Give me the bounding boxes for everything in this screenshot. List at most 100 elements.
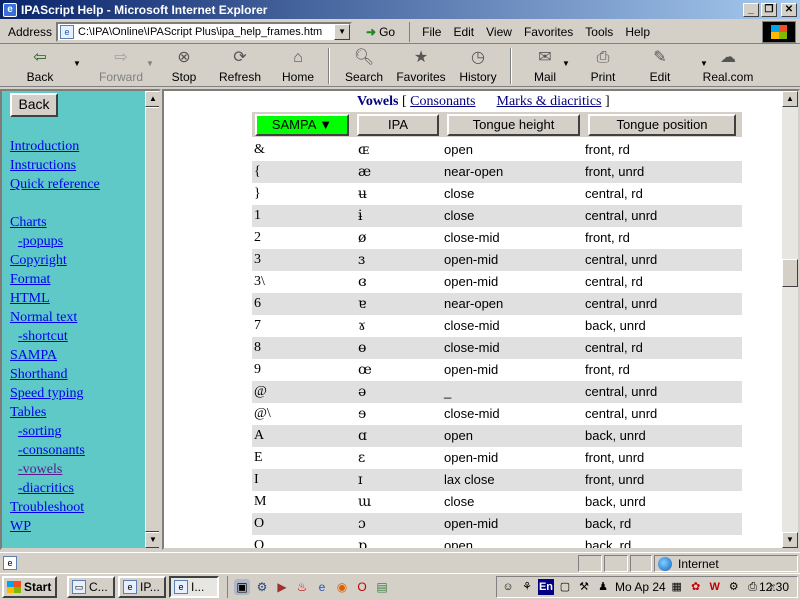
edit-button[interactable]: ✎ Edit bbox=[638, 45, 682, 85]
nav-link-html[interactable]: HTML bbox=[10, 289, 100, 308]
sort-tongue-height-button[interactable]: Tongue height bbox=[447, 114, 580, 136]
nav-link-introduction[interactable]: Introduction bbox=[10, 137, 100, 156]
menu-tools[interactable]: Tools bbox=[585, 25, 613, 39]
start-button[interactable]: Start bbox=[2, 576, 57, 598]
close-button[interactable]: ✕ bbox=[781, 2, 797, 17]
nav-link-normal-text[interactable]: Normal text bbox=[10, 308, 100, 327]
chart-app-icon[interactable]: ▤ bbox=[374, 579, 390, 595]
taskbar-item-ip[interactable]: e IP... bbox=[118, 576, 166, 598]
address-dropdown-arrow-icon[interactable]: ▼ bbox=[334, 23, 351, 40]
restore-button[interactable]: ❐ bbox=[761, 2, 777, 17]
app-icon[interactable]: ♨ bbox=[294, 579, 310, 595]
language-indicator[interactable]: En bbox=[538, 579, 554, 595]
scroll-up-icon[interactable]: ▲ bbox=[145, 91, 159, 107]
nav-link-sampa[interactable]: SAMPA bbox=[10, 346, 100, 365]
scroll-down-icon[interactable]: ▼ bbox=[782, 532, 798, 548]
refresh-button[interactable]: ⟳ Refresh bbox=[212, 45, 268, 85]
nav-link-instructions[interactable]: Instructions bbox=[10, 156, 100, 175]
nav-link-shorthand[interactable]: Shorthand bbox=[10, 365, 100, 384]
table-row: Aɑ open back, unrd bbox=[252, 425, 742, 447]
nav-link-vowels[interactable]: -vowels bbox=[10, 460, 100, 479]
nav-link-sorting[interactable]: -sorting bbox=[10, 422, 100, 441]
folder-icon: ▭ bbox=[72, 580, 86, 594]
realcom-label: Real.com bbox=[702, 70, 754, 84]
taskbar-item-i[interactable]: e I... bbox=[169, 576, 219, 598]
scroll-thumb[interactable] bbox=[145, 107, 159, 532]
back-history-dropdown-icon[interactable]: ▼ bbox=[73, 59, 81, 68]
opera-icon[interactable]: O bbox=[354, 579, 370, 595]
taskbar-item-c[interactable]: ▭ C... bbox=[67, 576, 115, 598]
content-scrollbar[interactable]: ▲ ▼ bbox=[782, 91, 798, 548]
table-row: Eɛ open-mid front, unrd bbox=[252, 447, 742, 469]
table-row: 3 ɜ open-mid central, unrd bbox=[252, 249, 742, 271]
section-link-consonants[interactable]: Consonants bbox=[410, 94, 475, 109]
navigation-scrollbar[interactable]: ▲ ▼ bbox=[145, 91, 159, 548]
forward-arrow-icon: ⇨ bbox=[114, 49, 128, 66]
tray-word-icon[interactable]: W bbox=[707, 579, 723, 595]
back-toolbar-button[interactable]: ⇦ Back bbox=[10, 45, 70, 85]
menu-favorites[interactable]: Favorites bbox=[524, 25, 573, 39]
home-button[interactable]: ⌂ Home bbox=[274, 45, 322, 85]
forward-toolbar-button[interactable]: ⇨ Forward bbox=[90, 45, 152, 85]
address-input[interactable]: e C:\IPA\Online\IPAScript Plus\ipa_help_… bbox=[56, 21, 353, 42]
tray-tools-icon[interactable]: ⚒ bbox=[576, 579, 592, 595]
mail-dropdown-icon[interactable]: ▼ bbox=[562, 59, 570, 68]
tongue-height-cell: open-mid bbox=[444, 252, 499, 267]
nav-link-troubleshoot[interactable]: Troubleshoot bbox=[10, 498, 100, 517]
tray-window-icon[interactable]: ▢ bbox=[557, 579, 573, 595]
nav-link-popups[interactable]: -popups bbox=[10, 232, 100, 251]
nav-link-shortcut[interactable]: -shortcut bbox=[10, 327, 100, 346]
tray-network-icon[interactable]: ⚘ bbox=[519, 579, 535, 595]
sort-sampa-button[interactable]: SAMPA ▼ bbox=[255, 114, 349, 136]
nav-link-wp[interactable]: WP bbox=[10, 517, 100, 536]
taskbar-item-label: I... bbox=[191, 580, 205, 594]
tongue-height-cell: _ bbox=[444, 384, 452, 399]
help-back-button[interactable]: Back bbox=[10, 93, 58, 117]
table-row: 7 ɤ close-mid back, unrd bbox=[252, 315, 742, 337]
nav-link-speed-typing[interactable]: Speed typing bbox=[10, 384, 100, 403]
nav-link-consonants[interactable]: -consonants bbox=[10, 441, 100, 460]
tray-user-icon[interactable]: ♟ bbox=[595, 579, 611, 595]
tray-smiley-icon[interactable]: ☺ bbox=[500, 579, 516, 595]
favorites-button[interactable]: ★ Favorites bbox=[392, 45, 450, 85]
menu-view[interactable]: View bbox=[486, 25, 512, 39]
minimize-button[interactable]: _ bbox=[743, 2, 759, 17]
tongue-height-cell: open-mid bbox=[444, 450, 499, 465]
tray-calendar-icon[interactable]: ▦ bbox=[669, 579, 685, 595]
network-icon[interactable]: ⚙ bbox=[254, 579, 270, 595]
section-nav: Vowels [ Consonants Marks & diacritics ] bbox=[357, 94, 610, 110]
ie-quick-icon[interactable]: e bbox=[314, 579, 330, 595]
scroll-down-icon[interactable]: ▼ bbox=[145, 532, 159, 548]
search-button[interactable]: 🔍︎ Search bbox=[336, 45, 392, 85]
forward-history-dropdown-icon[interactable]: ▼ bbox=[146, 59, 154, 68]
scroll-thumb[interactable] bbox=[782, 259, 798, 287]
realcom-button[interactable]: ☁ Real.com bbox=[700, 45, 756, 85]
tongue-height-cell: open bbox=[444, 428, 473, 443]
sort-tongue-position-button[interactable]: Tongue position bbox=[588, 114, 736, 136]
media-icon[interactable]: ▶ bbox=[274, 579, 290, 595]
nav-link-charts[interactable]: Charts bbox=[10, 213, 100, 232]
go-button[interactable]: ➜ Go bbox=[360, 22, 401, 42]
tongue-position-cell: central, rd bbox=[585, 274, 643, 289]
section-link-marks-diacritics[interactable]: Marks & diacritics bbox=[497, 94, 602, 109]
menu-edit[interactable]: Edit bbox=[453, 25, 474, 39]
menu-file[interactable]: File bbox=[422, 25, 441, 39]
nav-link-quick-reference[interactable]: Quick reference bbox=[10, 175, 100, 194]
address-bar: Address e C:\IPA\Online\IPAScript Plus\i… bbox=[0, 20, 800, 44]
tongue-position-cell: back, rd bbox=[585, 538, 632, 550]
history-button[interactable]: ◷ History bbox=[450, 45, 506, 85]
stop-button[interactable]: ⊗ Stop bbox=[162, 45, 206, 85]
nav-link-tables[interactable]: Tables bbox=[10, 403, 100, 422]
tray-palette-icon[interactable]: ✿ bbox=[688, 579, 704, 595]
nav-link-copyright[interactable]: Copyright bbox=[10, 251, 100, 270]
print-icon: ⎙ bbox=[596, 49, 610, 66]
print-button[interactable]: ⎙ Print bbox=[580, 45, 626, 85]
nav-link-format[interactable]: Format bbox=[10, 270, 100, 289]
sort-ipa-button[interactable]: IPA bbox=[357, 114, 439, 136]
scroll-up-icon[interactable]: ▲ bbox=[782, 91, 798, 107]
tray-gear-icon[interactable]: ⚙ bbox=[726, 579, 742, 595]
nav-link-diacritics[interactable]: -diacritics bbox=[10, 479, 100, 498]
menu-help[interactable]: Help bbox=[625, 25, 650, 39]
desktop-icon[interactable]: ▣ bbox=[234, 579, 250, 595]
firefox-icon[interactable]: ◉ bbox=[334, 579, 350, 595]
